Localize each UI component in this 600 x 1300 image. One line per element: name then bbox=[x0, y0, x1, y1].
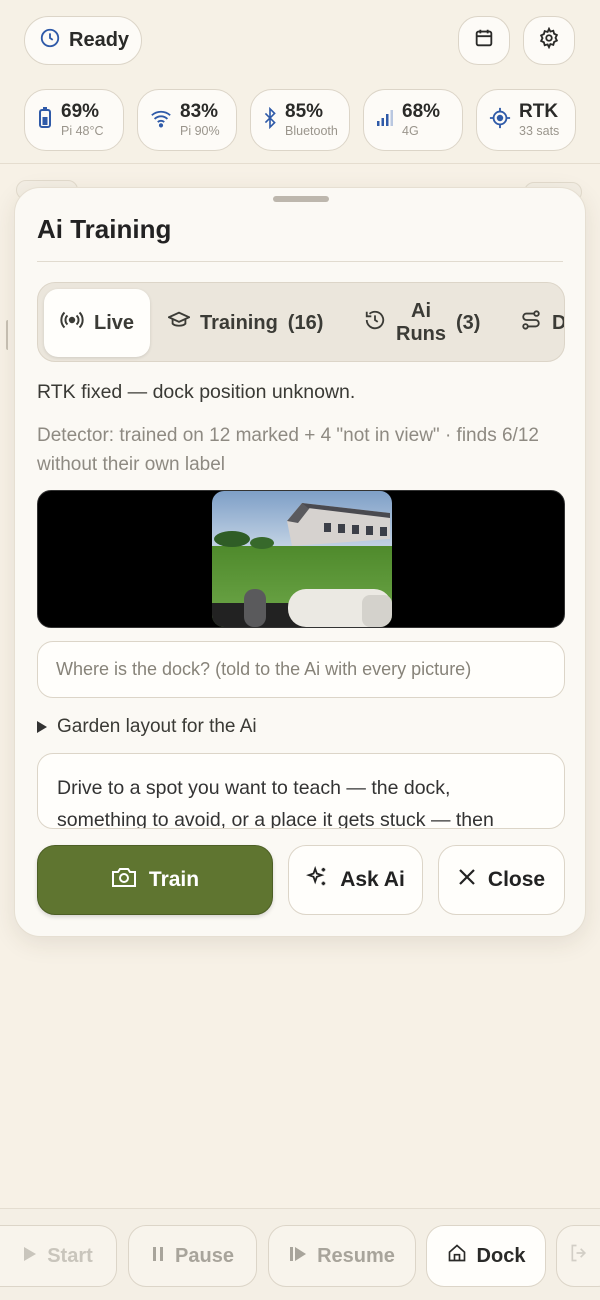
tab-ai-runs-label: Ai Runs bbox=[396, 300, 446, 345]
rtk-status-text: RTK fixed — dock position unknown. bbox=[37, 381, 356, 403]
train-button[interactable]: Train bbox=[37, 845, 273, 915]
pause-icon bbox=[151, 1245, 165, 1268]
tab-ai-runs-count: (3) bbox=[456, 311, 481, 334]
battery-stat[interactable]: 69% Pi 48°C bbox=[24, 89, 124, 151]
gps-target-icon bbox=[489, 107, 511, 134]
disclosure-triangle-icon bbox=[37, 721, 47, 733]
dock-button-label: Dock bbox=[476, 1244, 526, 1267]
cellular-type: 4G bbox=[402, 124, 419, 139]
title-divider bbox=[37, 261, 563, 262]
logout-icon bbox=[569, 1243, 589, 1269]
graduation-cap-icon bbox=[166, 310, 192, 336]
ask-ai-button[interactable]: Ask Ai bbox=[288, 845, 423, 915]
resume-button-label: Resume bbox=[317, 1244, 395, 1267]
play-icon bbox=[23, 1245, 37, 1268]
pi-load-value: Pi 90% bbox=[180, 124, 220, 139]
rtk-stat[interactable]: RTK 33 sats bbox=[476, 89, 576, 151]
live-camera-feed[interactable] bbox=[37, 490, 565, 628]
train-button-label: Train bbox=[148, 868, 200, 891]
training-instructions-text: Drive to a spot you want to teach — the … bbox=[57, 777, 494, 829]
close-button-label: Close bbox=[487, 868, 546, 891]
wifi-stat[interactable]: 83% Pi 90% bbox=[137, 89, 237, 151]
ai-training-sheet: Ai Training Live Training (16) Ai Runs (… bbox=[14, 187, 586, 937]
resume-button[interactable]: Resume bbox=[268, 1225, 416, 1287]
exit-button[interactable] bbox=[556, 1225, 600, 1287]
battery-icon bbox=[37, 106, 53, 135]
wifi-value: 83% bbox=[180, 101, 219, 123]
bluetooth-value: 85% bbox=[285, 101, 324, 123]
bluetooth-label: Bluetooth bbox=[285, 124, 338, 139]
pi-temp-value: Pi 48°C bbox=[61, 124, 104, 139]
sparkle-icon bbox=[306, 865, 328, 894]
detector-summary: Detector: trained on 12 marked + 4 "not … bbox=[37, 425, 539, 475]
schedule-button[interactable] bbox=[458, 16, 510, 65]
bluetooth-icon bbox=[263, 106, 277, 134]
ask-ai-button-label: Ask Ai bbox=[340, 868, 405, 891]
bluetooth-stat[interactable]: 85% Bluetooth bbox=[250, 89, 350, 151]
rtk-value: RTK bbox=[519, 101, 559, 123]
tab-training-count: (16) bbox=[287, 311, 324, 334]
background-edge bbox=[6, 320, 10, 350]
tab-drive[interactable]: Driv bbox=[520, 289, 564, 357]
garden-layout-toggle[interactable]: Garden layout for the Ai bbox=[37, 716, 257, 738]
calendar-icon bbox=[473, 27, 495, 54]
tab-bar: Live Training (16) Ai Runs (3) Driv bbox=[37, 282, 565, 362]
gear-icon bbox=[538, 26, 560, 54]
cellular-signal-icon bbox=[376, 109, 394, 132]
route-icon bbox=[520, 309, 542, 337]
pause-button-label: Pause bbox=[175, 1244, 234, 1267]
satellite-count: 33 sats bbox=[519, 124, 560, 139]
garden-layout-label: Garden layout for the Ai bbox=[57, 716, 257, 737]
camera-image bbox=[212, 491, 392, 627]
dock-button[interactable]: Dock bbox=[426, 1225, 546, 1287]
sheet-title: Ai Training bbox=[37, 214, 172, 244]
home-icon bbox=[447, 1243, 467, 1269]
history-icon bbox=[364, 309, 386, 337]
tab-drive-label: Driv bbox=[552, 312, 564, 335]
ready-status-label: Ready bbox=[69, 29, 130, 51]
dock-location-input[interactable] bbox=[37, 641, 565, 698]
broadcast-icon bbox=[60, 310, 84, 336]
top-status-bar: Ready 69% Pi 48°C 83% Pi 90% 85% Bluetoo… bbox=[0, 0, 600, 164]
resume-icon bbox=[289, 1245, 307, 1268]
clock-icon bbox=[39, 27, 61, 55]
tab-training[interactable]: Training (16) bbox=[166, 289, 324, 357]
cellular-value: 68% bbox=[402, 101, 441, 123]
training-instructions-box[interactable]: Drive to a spot you want to teach — the … bbox=[37, 753, 565, 829]
tab-training-label: Training bbox=[200, 311, 278, 334]
ready-status-pill[interactable]: Ready bbox=[24, 16, 142, 65]
bottom-control-bar: Start Pause Resume Dock bbox=[0, 1208, 600, 1300]
start-button[interactable]: Start bbox=[0, 1225, 117, 1287]
sheet-drag-handle[interactable] bbox=[273, 196, 329, 202]
tab-live-label: Live bbox=[94, 311, 135, 334]
tab-ai-runs[interactable]: Ai Runs (3) bbox=[364, 289, 480, 357]
pause-button[interactable]: Pause bbox=[128, 1225, 257, 1287]
battery-value: 69% bbox=[61, 101, 100, 123]
tab-live[interactable]: Live bbox=[44, 289, 150, 357]
start-button-label: Start bbox=[47, 1244, 93, 1267]
camera-icon bbox=[111, 866, 137, 894]
close-icon bbox=[458, 868, 476, 892]
settings-button[interactable] bbox=[523, 16, 575, 65]
close-button[interactable]: Close bbox=[438, 845, 565, 915]
wifi-icon bbox=[150, 108, 172, 133]
cellular-stat[interactable]: 68% 4G bbox=[363, 89, 463, 151]
